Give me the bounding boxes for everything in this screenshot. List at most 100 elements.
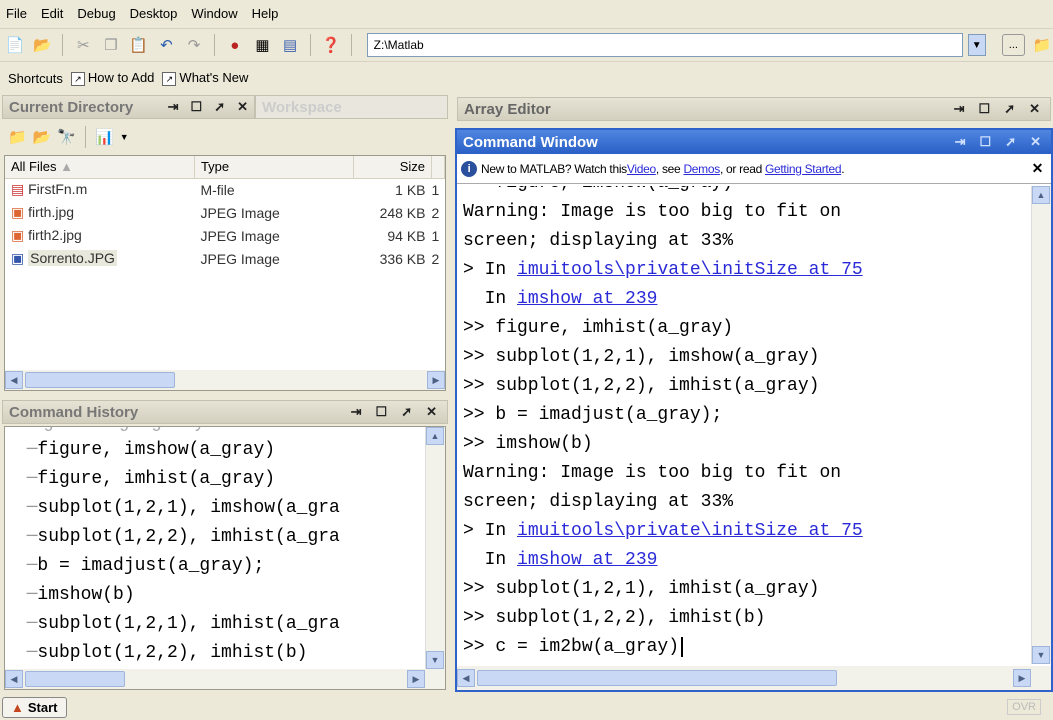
tab-current-directory[interactable]: Current Directory ⇥ ☐ ➚ ✕ (2, 95, 255, 119)
scroll-left-icon[interactable]: ◀ (5, 371, 23, 389)
scroll-right-icon[interactable]: ▶ (407, 670, 425, 688)
undock-icon[interactable]: ⇥ (954, 101, 965, 117)
menu-debug[interactable]: Debug (77, 6, 115, 21)
tree-branch: ─ (5, 614, 38, 634)
column-header-name[interactable]: All Files ▲ (5, 156, 195, 179)
scroll-right-icon[interactable]: ▶ (427, 371, 445, 389)
undock-icon[interactable]: ⇥ (351, 404, 362, 420)
history-item[interactable]: ─subplot(1,2,2), imhist(b) (5, 639, 427, 668)
history-item[interactable]: ─imshow(b) (5, 581, 427, 610)
pin-icon[interactable]: ➚ (214, 99, 225, 115)
close-icon[interactable]: ✕ (1029, 101, 1040, 117)
maximize-icon[interactable]: ☐ (376, 404, 388, 420)
command-window: Command Window ⇥ ☐ ➚ ✕ i New to MATLAB? Wat… (455, 128, 1053, 692)
menu-file[interactable]: File (6, 6, 27, 21)
history-item[interactable]: ─figure, imshow(a_gray) (5, 436, 427, 465)
reports-icon[interactable]: 📊 (95, 128, 114, 146)
cut-icon[interactable]: ✂ (72, 34, 94, 56)
scroll-thumb[interactable] (477, 670, 837, 686)
image-file-icon: ▣ (11, 227, 25, 243)
vertical-scrollbar[interactable]: ▲ ▼ (1031, 186, 1051, 664)
tree-branch: ─ (5, 556, 38, 576)
tree-branch: ─ (5, 498, 38, 518)
column-header-extra[interactable] (431, 156, 445, 179)
horizontal-scrollbar[interactable]: ◀ ▶ (457, 666, 1051, 690)
column-header-type[interactable]: Type (194, 156, 355, 179)
history-item[interactable]: ─subplot(1,2,2), imhist(a_gra (5, 523, 427, 552)
maximize-icon[interactable]: ☐ (191, 99, 203, 115)
table-row[interactable]: ▣ firth.jpg JPEG Image 248 KB 2 (5, 201, 445, 224)
profiler-icon[interactable]: ▤ (279, 34, 301, 56)
history-item[interactable]: ─subplot(1,2,1), imshow(a_gra (5, 494, 427, 523)
close-icon[interactable]: ✕ (237, 99, 248, 115)
video-link[interactable]: Video (627, 162, 656, 176)
new-file-icon[interactable]: 📄 (4, 34, 26, 56)
guide-icon[interactable]: ▦ (252, 34, 274, 56)
horizontal-scrollbar[interactable]: ◀ ▶ (5, 669, 445, 689)
getting-started-link[interactable]: Getting Started (765, 162, 842, 176)
history-item[interactable]: ─figure, imhist(a_gray) (5, 465, 427, 494)
open-icon[interactable]: 📂 (32, 34, 54, 56)
undock-icon[interactable]: ⇥ (955, 134, 966, 150)
table-row[interactable]: ▣ firth2.jpg JPEG Image 94 KB 1 (5, 224, 445, 247)
help-icon[interactable]: ❓ (320, 34, 342, 56)
scroll-up-icon[interactable]: ▲ (1032, 186, 1050, 204)
shortcut-whats-new[interactable]: ↗ What's New (162, 70, 248, 86)
scroll-up-icon[interactable]: ▲ (426, 427, 444, 445)
paste-icon[interactable]: 📋 (128, 34, 150, 56)
command-line: screen; displaying at 33% (463, 488, 863, 517)
close-banner-icon[interactable]: ✕ (1032, 160, 1044, 177)
history-partial-line: g g g y (43, 427, 205, 433)
menu-window[interactable]: Window (191, 6, 237, 21)
scroll-right-icon[interactable]: ▶ (1013, 669, 1031, 687)
start-button[interactable]: ▲ Start (2, 696, 67, 718)
history-item[interactable]: ─b = imadjust(a_gray); (5, 552, 427, 581)
menu-help[interactable]: Help (252, 6, 279, 21)
copy-icon[interactable]: ❐ (100, 34, 122, 56)
maximize-icon[interactable]: ☐ (980, 134, 992, 150)
close-icon[interactable]: ✕ (1030, 134, 1041, 150)
table-row[interactable]: ▣ Sorrento.JPG JPEG Image 336 KB 2 (5, 247, 445, 270)
error-link[interactable]: imshow at 239 (517, 550, 657, 570)
error-link[interactable]: imshow at 239 (517, 289, 657, 309)
find-icon[interactable]: 🔭 (57, 128, 76, 146)
array-editor-header[interactable]: Array Editor ⇥ ☐ ➚ ✕ (457, 97, 1051, 121)
demos-link[interactable]: Demos (683, 162, 720, 176)
chevron-down-icon[interactable]: ▼ (967, 34, 986, 56)
scroll-left-icon[interactable]: ◀ (5, 670, 23, 688)
redo-icon[interactable]: ↷ (183, 34, 205, 56)
column-header-size[interactable]: Size (353, 156, 432, 179)
shortcut-how-to-add[interactable]: ↗ How to Add (70, 70, 154, 86)
history-item[interactable]: ─subplot(1,2,1), imhist(a_gra (5, 610, 427, 639)
table-row[interactable]: ▤ FirstFn.m M-file 1 KB 1 (5, 178, 445, 201)
tab-workspace[interactable]: Workspace (255, 95, 448, 119)
scroll-thumb[interactable] (25, 671, 125, 687)
folder-up-icon[interactable]: 📁 (8, 128, 27, 146)
vertical-scrollbar[interactable]: ▲ ▼ (425, 427, 445, 669)
undo-icon[interactable]: ↶ (156, 34, 178, 56)
command-output[interactable]: >> figure, imshow(a_gray) Warning: Image … (457, 186, 1031, 664)
current-directory-input[interactable]: Z:\Matlab (366, 33, 963, 57)
menu-desktop[interactable]: Desktop (130, 6, 178, 21)
browse-button[interactable]: ... (1001, 34, 1026, 56)
folder-up-icon[interactable]: 📁 (1031, 34, 1053, 56)
menu-edit[interactable]: Edit (41, 6, 63, 21)
separator (85, 126, 87, 148)
scroll-left-icon[interactable]: ◀ (457, 669, 475, 687)
simulink-icon[interactable]: ● (224, 34, 246, 56)
undock-icon[interactable]: ⇥ (168, 99, 179, 115)
scroll-down-icon[interactable]: ▼ (1032, 646, 1050, 664)
error-link[interactable]: imuitools\private\initSize at 75 (517, 521, 863, 541)
horizontal-scrollbar[interactable]: ◀ ▶ (5, 370, 445, 390)
close-icon[interactable]: ✕ (426, 404, 437, 420)
info-icon: i (461, 160, 477, 177)
error-link[interactable]: imuitools\private\initSize at 75 (517, 260, 863, 280)
scroll-down-icon[interactable]: ▼ (426, 651, 444, 669)
pin-icon[interactable]: ➚ (1005, 134, 1016, 150)
pin-icon[interactable]: ➚ (1004, 101, 1015, 117)
pin-icon[interactable]: ➚ (401, 404, 412, 420)
scroll-thumb[interactable] (25, 372, 175, 388)
chevron-down-icon[interactable]: ▼ (120, 132, 129, 142)
maximize-icon[interactable]: ☐ (979, 101, 991, 117)
new-folder-icon[interactable]: 📂 (33, 128, 52, 146)
